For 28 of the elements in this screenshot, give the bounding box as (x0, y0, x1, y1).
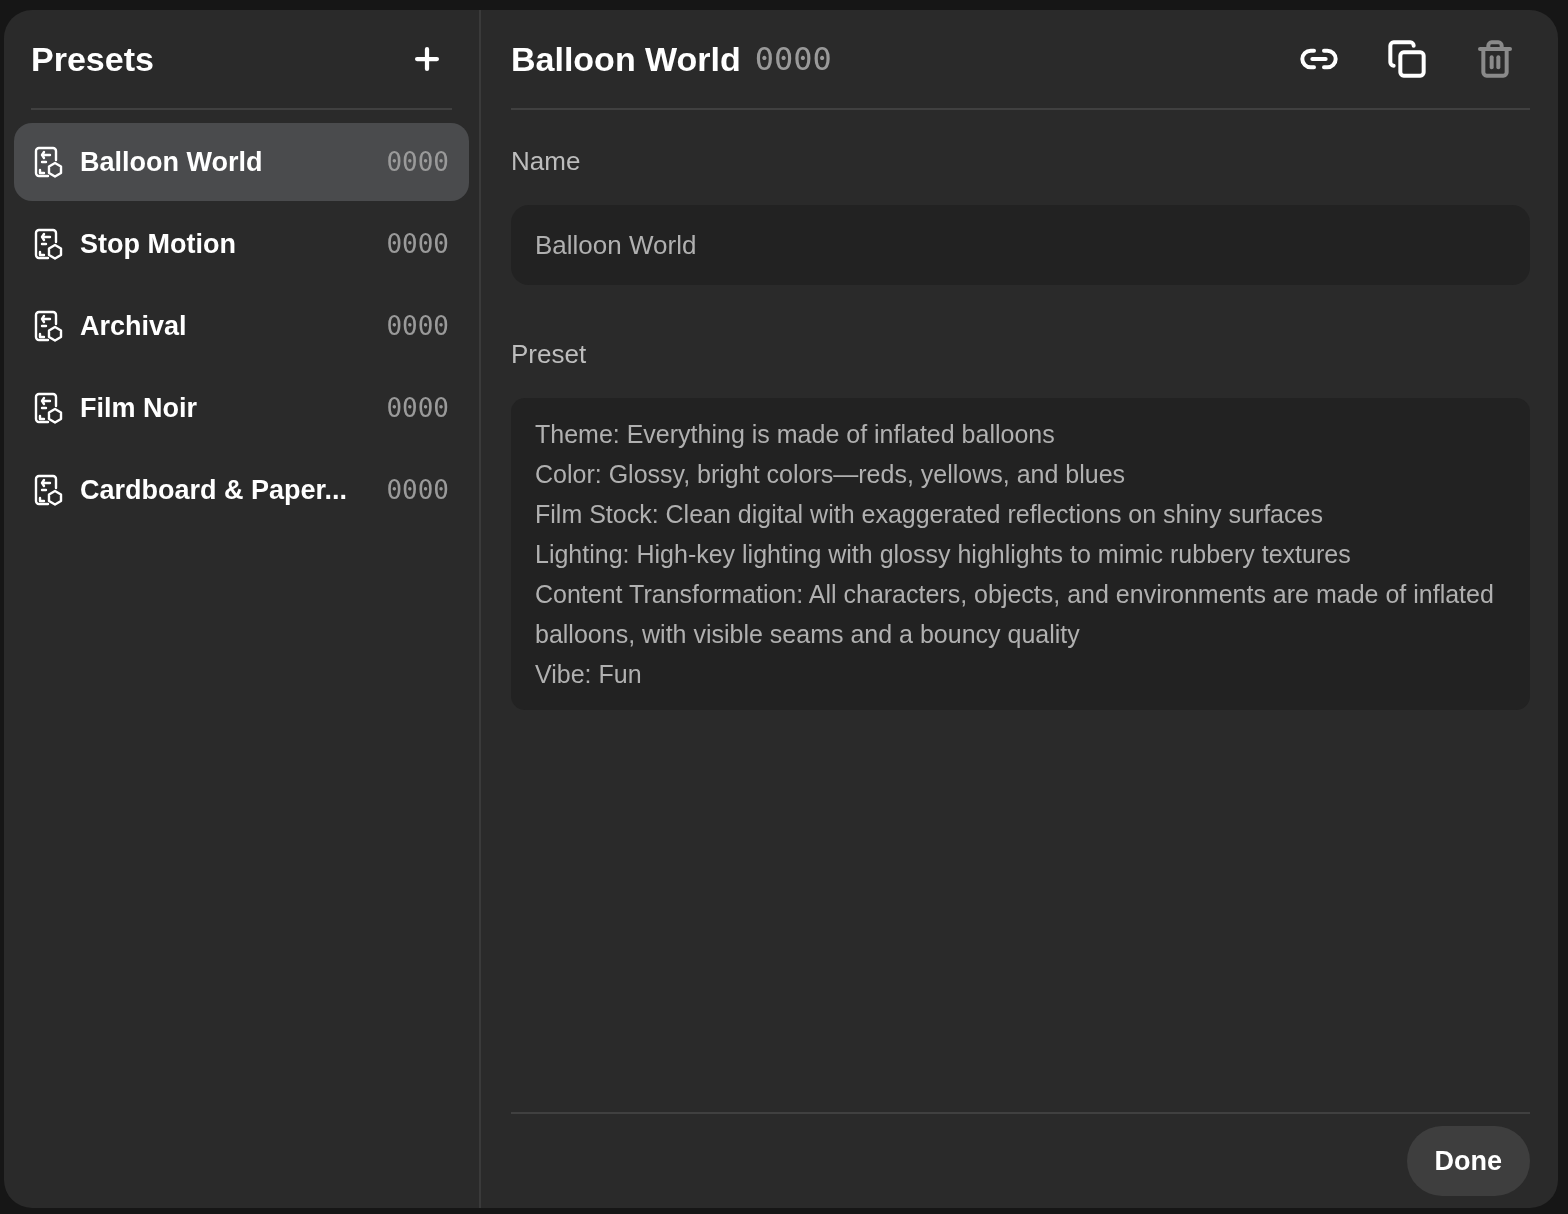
field-label: Preset (511, 338, 588, 371)
field-label: Name (511, 145, 582, 178)
preset-list-item[interactable]: Cardboard & Paper... 0000 (14, 451, 469, 529)
preset-list-item[interactable]: Stop Motion 0000 (14, 205, 469, 283)
preset-document-icon (34, 474, 64, 506)
preset-count: 0000 (386, 145, 449, 179)
preset-text-area[interactable]: Theme: Everything is made of inflated balloons Color: Glossy, bright colors—reds, yellows, and blues Film Stock: Clean digital with exaggerated reflections on shiny surfaces Lighting: High-key lighting with glossy highlights to mimic rubbery textures Content Transformation: All characters, objects, and environments are made of inflated balloons, with visible seams and a bouncy quality Vibe: Fun (511, 398, 1530, 710)
sidebar-title: Presets (31, 38, 154, 80)
preset-count: 0000 (386, 227, 449, 261)
name-input-field[interactable]: Balloon World (511, 205, 1530, 285)
preset-name: Film Noir (80, 391, 198, 425)
preset-count: 0000 (386, 391, 449, 425)
preset-count: 0000 (386, 309, 449, 343)
detail-title: Balloon World (511, 38, 741, 80)
preset-list-item[interactable]: Balloon World 0000 (14, 123, 469, 201)
preset-document-icon (34, 310, 64, 342)
done-button[interactable]: Done (1406, 1126, 1530, 1196)
preset-list-item[interactable]: Film Noir 0000 (14, 369, 469, 447)
preset-count: 0000 (386, 473, 449, 507)
preset-name: Archival (80, 309, 188, 343)
detail-count: 0000 (754, 39, 832, 80)
preset-document-icon (34, 146, 64, 178)
preset-list-item[interactable]: Archival 0000 (14, 287, 469, 365)
preset-document-icon (34, 228, 64, 260)
preset-document-icon (34, 392, 64, 424)
preset-name: Stop Motion (80, 227, 237, 261)
preset-name: Balloon World (80, 145, 264, 179)
preset-name: Cardboard & Paper... (80, 473, 349, 507)
